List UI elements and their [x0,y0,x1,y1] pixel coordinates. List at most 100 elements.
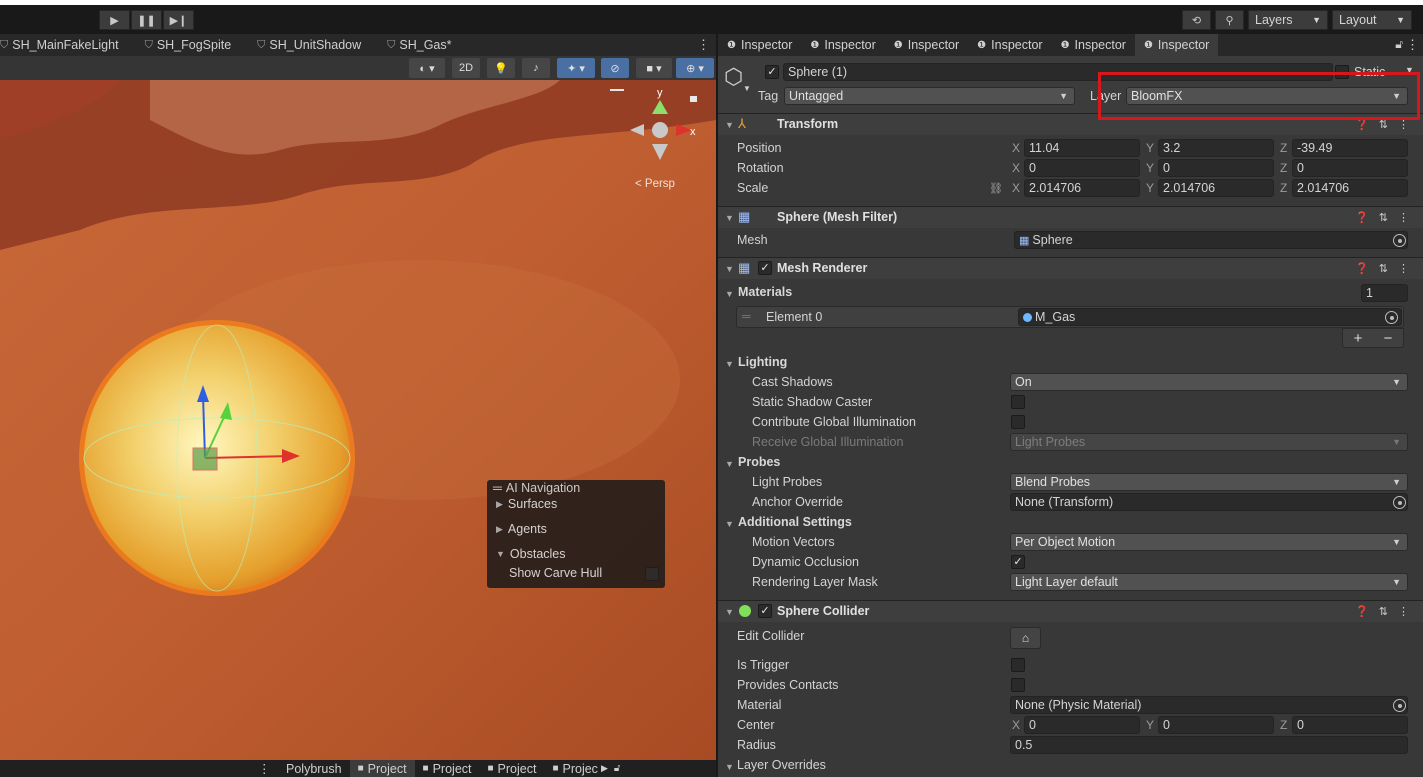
object-picker-icon[interactable] [1393,699,1406,712]
step-icon[interactable]: ▶❙ [163,10,194,30]
scene-viewport[interactable]: y x < Persp ═ AI Navigation ▶ Surfaces ▶… [0,80,716,760]
scene-tab[interactable]: ⛉ SH_FogSpite [139,34,238,56]
tab-project[interactable]: ■ Projec ▶ 🔓︎ [544,760,628,777]
component-menu-icon[interactable]: ⋮ [1398,262,1409,275]
rotation-z[interactable]: 0 [1292,159,1408,177]
tab-inspector[interactable]: ❶ Inspector [1052,34,1135,56]
fold-down-icon[interactable]: ▼ [725,762,734,772]
scene-tab[interactable]: ⛉ SH_UnitShadow [251,34,367,56]
object-picker-icon[interactable] [1393,234,1406,247]
materials-label[interactable]: Materials [738,285,792,299]
position-x[interactable]: 11.04 [1024,139,1140,157]
tag-dropdown[interactable]: Untagged ▼ [784,87,1075,105]
layers-dropdown[interactable]: Layers ▼ [1248,10,1328,30]
position-z[interactable]: -39.49 [1292,139,1408,157]
scene-menu-icon[interactable] [610,89,624,91]
cast-shadows-dropdown[interactable]: On ▼ [1010,373,1408,391]
tab-project[interactable]: ■ Project [480,760,545,777]
dynamic-occlusion-checkbox[interactable]: ✓ [1011,555,1025,569]
probes-label[interactable]: Probes [738,455,780,469]
chevron-down-icon[interactable]: ▼ [743,84,751,93]
visibility-icon[interactable]: ⊘ [601,58,629,78]
component-menu-icon[interactable]: ⋮ [1398,605,1409,618]
static-checkbox[interactable] [1335,65,1349,79]
scene-tab[interactable]: ⛉ SH_MainFakeLight [0,34,125,56]
tab-inspector[interactable]: ❶ Inspector [968,34,1051,56]
tab-menu-icon[interactable]: ⋮ [697,37,710,53]
tab-menu-icon[interactable]: ⋮ [1406,37,1419,53]
drag-handle-icon[interactable]: ═ [742,309,751,323]
position-y[interactable]: 3.2 [1158,139,1274,157]
fold-down-icon[interactable]: ▼ [725,359,734,369]
search-icon[interactable]: ⚲ [1215,10,1244,30]
rotation-y[interactable]: 0 [1158,159,1274,177]
mesh-filter-header[interactable]: ▼ ▦ Sphere (Mesh Filter) ❓ ⇅ ⋮ [718,206,1423,228]
component-menu-icon[interactable]: ⋮ [1398,211,1409,224]
gizmos-icon[interactable]: ⊕ ▾ [676,58,714,78]
layout-dropdown[interactable]: Layout ▼ [1332,10,1412,30]
mesh-renderer-enabled-checkbox[interactable]: ✓ [758,261,772,275]
chevron-down-icon[interactable]: ▼ [1405,65,1414,75]
scale-y[interactable]: 2.014706 [1158,179,1274,197]
sphere-collider-header[interactable]: ▼ ✓ Sphere Collider ❓ ⇅ ⋮ [718,600,1423,622]
persp-label[interactable]: < Persp [635,178,675,190]
radius-field[interactable]: 0.5 [1010,736,1408,754]
fold-down-icon[interactable]: ▼ [725,289,734,299]
static-shadow-checkbox[interactable] [1011,395,1025,409]
materials-count-field[interactable]: 1 [1361,284,1408,302]
material-field[interactable]: None (Physic Material) [1010,696,1408,714]
mode-2d-button[interactable]: 2D [452,58,480,78]
tab-menu-icon[interactable]: ⋮ [258,761,278,776]
help-icon[interactable]: ❓ [1355,605,1369,618]
fold-down-icon[interactable]: ▼ [725,519,734,529]
camera-icon[interactable]: ■ ▾ [636,58,672,78]
center-y[interactable]: 0 [1158,716,1274,734]
transform-header[interactable]: ▼ ⅄ Transform ❓ ⇅ ⋮ [718,113,1423,135]
motion-vectors-dropdown[interactable]: Per Object Motion ▼ [1010,533,1408,551]
scale-z[interactable]: 2.014706 [1292,179,1408,197]
nav-item-surfaces[interactable]: ▶ Surfaces [496,497,557,511]
pause-icon[interactable]: ❚❚ [131,10,162,30]
tab-inspector[interactable]: ❶ Inspector [718,34,801,56]
presets-icon[interactable]: ⇅ [1379,262,1388,275]
lock-icon[interactable]: 🔓︎ [1395,37,1403,52]
anchor-override-field[interactable]: None (Transform) [1010,493,1408,511]
mesh-field[interactable]: ▦ Sphere [1014,231,1408,249]
presets-icon[interactable]: ⇅ [1379,118,1388,131]
tab-inspector[interactable]: ❶ Inspector [885,34,968,56]
history-icon[interactable]: ⟲ [1182,10,1211,30]
presets-icon[interactable]: ⇅ [1379,211,1388,224]
mesh-renderer-header[interactable]: ▼ ▦ ✓ Mesh Renderer ❓ ⇅ ⋮ [718,257,1423,279]
provides-contacts-checkbox[interactable] [1011,678,1025,692]
show-carve-hull-checkbox[interactable] [645,567,659,581]
is-trigger-checkbox[interactable] [1011,658,1025,672]
scale-x[interactable]: 2.014706 [1024,179,1140,197]
tab-project[interactable]: ■ Project [349,760,415,777]
center-z[interactable]: 0 [1292,716,1408,734]
help-icon[interactable]: ❓ [1355,262,1369,275]
add-element-button[interactable]: + [1354,330,1363,347]
object-name-field[interactable]: Sphere (1) [783,63,1333,81]
tab-polybrush[interactable]: Polybrush [278,760,350,777]
rotation-x[interactable]: 0 [1024,159,1140,177]
rendering-layer-dropdown[interactable]: Light Layer default ▼ [1010,573,1408,591]
active-checkbox[interactable]: ✓ [765,65,779,79]
sphere-collider-enabled-checkbox[interactable]: ✓ [758,604,772,618]
element0-field[interactable]: M_Gas [1018,308,1402,326]
remove-element-button[interactable]: − [1384,330,1393,347]
tab-project[interactable]: ■ Project [415,760,480,777]
lighting-label[interactable]: Lighting [738,355,787,369]
presets-icon[interactable]: ⇅ [1379,605,1388,618]
nav-item-obstacles[interactable]: ▼ Obstacles [496,547,566,561]
fold-down-icon[interactable]: ▼ [725,459,734,469]
audio-toggle-icon[interactable]: ♪ [522,58,550,78]
center-x[interactable]: 0 [1024,716,1140,734]
layer-dropdown[interactable]: BloomFX ▼ [1126,87,1408,105]
tab-inspector-active[interactable]: ❶ Inspector [1134,34,1219,56]
object-picker-icon[interactable] [1385,311,1398,324]
contribute-gi-checkbox[interactable] [1011,415,1025,429]
scene-tab[interactable]: ⛉ SH_Gas* [381,34,457,56]
additional-settings-label[interactable]: Additional Settings [738,515,852,529]
edit-collider-button[interactable]: ⌂ [1010,627,1041,649]
draw-mode-button[interactable]: ◐ ▾ [409,58,445,78]
